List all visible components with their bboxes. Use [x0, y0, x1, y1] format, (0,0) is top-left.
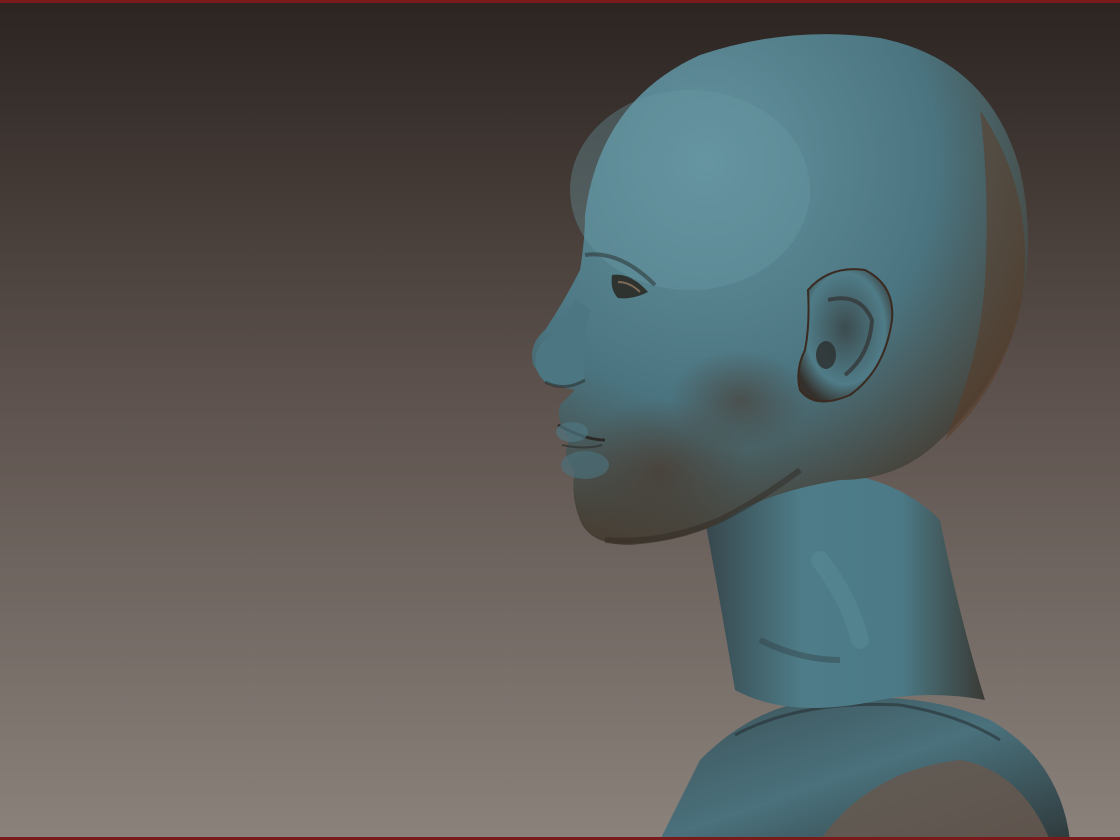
sculpt-viewport[interactable]: [0, 0, 1120, 840]
viewport-top-border: [0, 0, 1120, 3]
sculpted-head-model: [531, 34, 1070, 840]
